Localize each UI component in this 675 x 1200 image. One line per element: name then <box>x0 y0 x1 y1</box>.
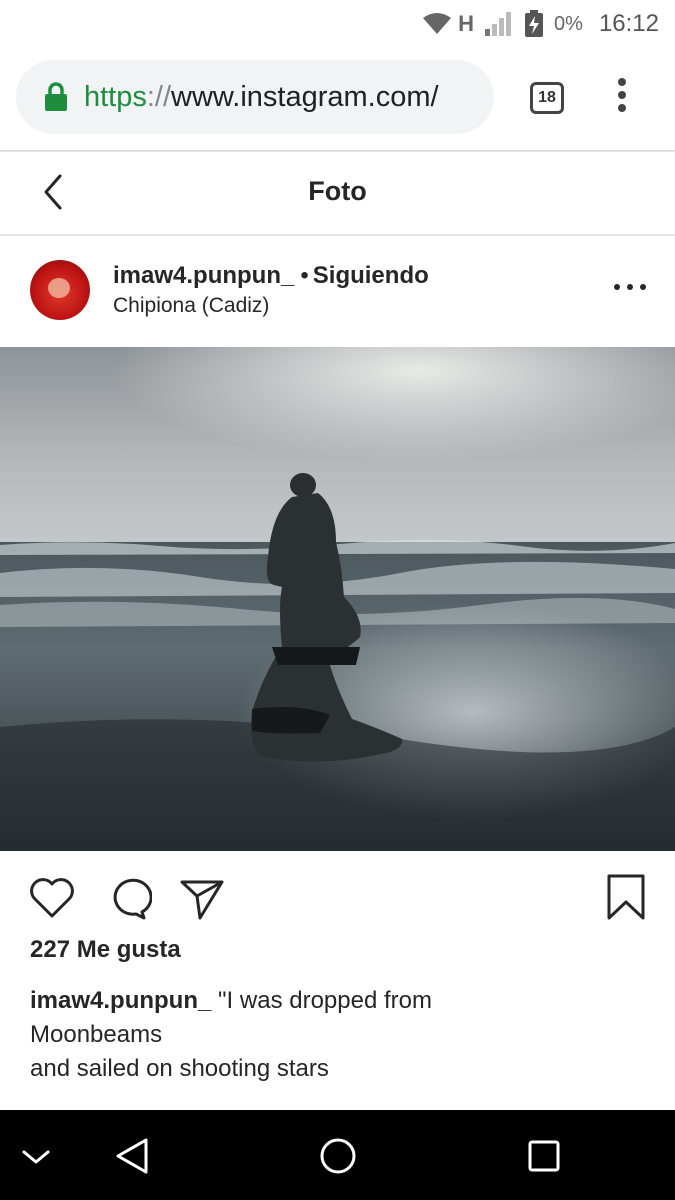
signal-icon <box>485 12 512 36</box>
page-title: Foto <box>308 176 367 206</box>
back-triangle-icon[interactable] <box>108 1132 156 1180</box>
android-nav-bar <box>0 1110 675 1200</box>
clock: 16:12 <box>598 10 659 37</box>
share-icon[interactable] <box>178 874 226 922</box>
post-author-line: imaw4.punpun_ • Siguiendo <box>113 262 429 290</box>
chevron-down-icon[interactable] <box>12 1132 60 1180</box>
tab-switcher-button[interactable]: 18 <box>530 82 564 114</box>
more-options-icon[interactable] <box>614 284 646 296</box>
comment-icon[interactable] <box>104 874 152 922</box>
home-circle-icon[interactable] <box>314 1132 362 1180</box>
post-header: imaw4.punpun_ • Siguiendo Chipiona (Cadiz) <box>0 236 675 346</box>
post-caption: imaw4.punpun_ "I was dropped from Moonbe… <box>30 984 650 1086</box>
address-bar[interactable]: https://www.instagram.com/ <box>16 60 494 134</box>
caption-text-1: "I was dropped from <box>211 987 432 1014</box>
wifi-icon <box>423 13 452 34</box>
beach-photo <box>0 347 675 851</box>
likes-count[interactable]: 227 Me gusta <box>30 936 181 964</box>
follow-status[interactable]: Siguiendo <box>313 262 429 289</box>
avatar[interactable] <box>30 260 90 320</box>
caption-text-2: Moonbeams <box>30 1021 163 1048</box>
recents-square-icon[interactable] <box>520 1132 568 1180</box>
caption-username[interactable]: imaw4.punpun_ <box>30 987 211 1014</box>
browser-toolbar: https://www.instagram.com/ 18 <box>0 48 675 150</box>
caption-text-3: and sailed on shooting stars <box>30 1055 329 1082</box>
lock-icon <box>45 82 67 111</box>
separator-dot: • <box>300 262 309 289</box>
overflow-menu-icon[interactable] <box>610 78 634 118</box>
bookmark-icon[interactable] <box>602 874 650 922</box>
url-text: https://www.instagram.com/ <box>84 80 439 113</box>
post-actions <box>0 860 675 930</box>
status-bar: H 0% 16:12 <box>0 0 675 48</box>
post-photo[interactable] <box>0 347 675 851</box>
page-header: Foto <box>0 152 675 236</box>
battery-percent: 0% <box>554 12 583 35</box>
post-username[interactable]: imaw4.punpun_ <box>113 262 294 289</box>
battery-charging-icon <box>525 10 544 37</box>
post-location[interactable]: Chipiona (Cadiz) <box>113 294 269 318</box>
heart-icon[interactable] <box>28 874 76 922</box>
network-type: H <box>458 11 475 36</box>
